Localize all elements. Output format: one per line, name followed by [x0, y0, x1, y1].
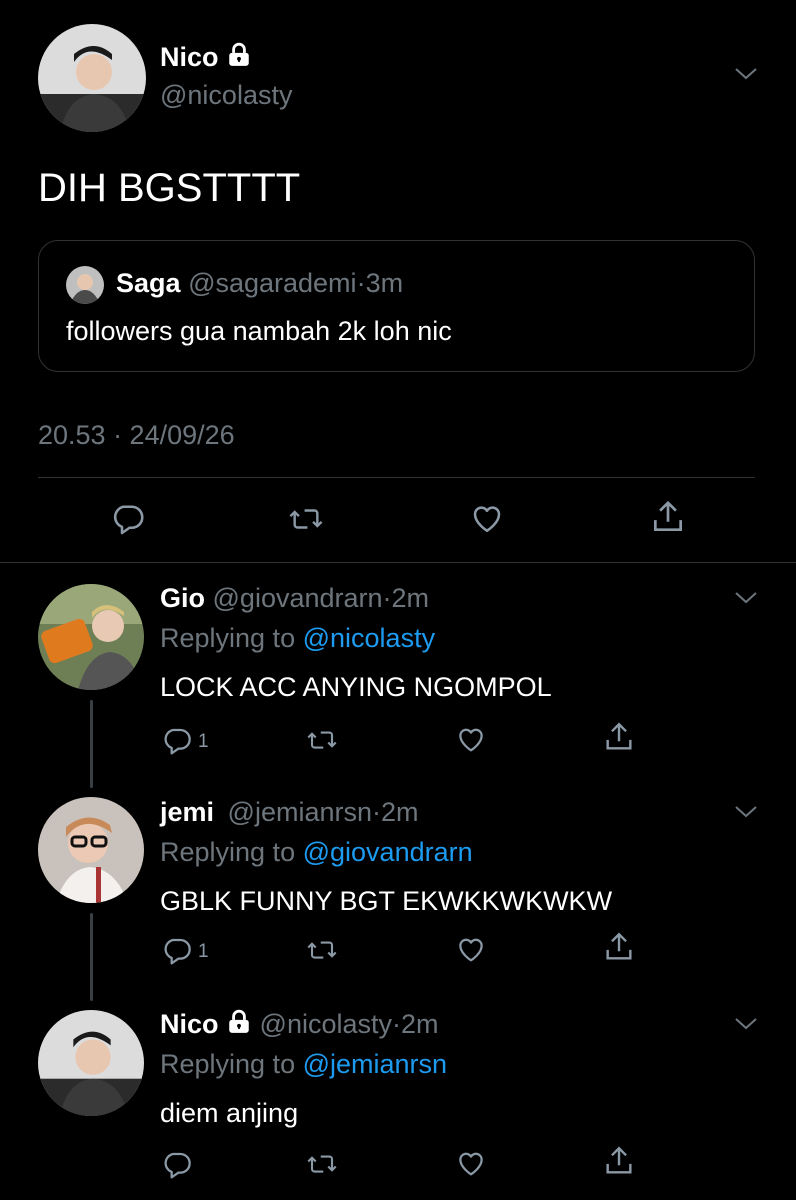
quote-author-handle[interactable]: @sagarademi: [188, 268, 357, 298]
reply-icon[interactable]: [109, 500, 147, 536]
thread-line: [90, 913, 93, 1001]
reply-time: 2m: [401, 1009, 439, 1039]
separator: ·: [356, 268, 366, 298]
quote-header: Saga @sagarademi·3m: [116, 268, 403, 299]
replying-to-link[interactable]: @nicolasty: [303, 623, 435, 653]
like-icon[interactable]: [468, 500, 506, 536]
chevron-down-icon[interactable]: [734, 590, 758, 611]
replying-to: Replying to @nicolasty: [160, 623, 435, 654]
replying-to: Replying to @giovandrarn: [160, 837, 473, 868]
reply-time: 2m: [381, 797, 419, 827]
separator: ·: [392, 1009, 402, 1039]
author-name[interactable]: Nico: [160, 42, 252, 75]
avatar-jemi[interactable]: [38, 797, 144, 903]
reply-author-name[interactable]: Nico: [160, 1009, 219, 1039]
reply-text: GBLK FUNNY BGT EKWKKWKWKW: [160, 886, 613, 916]
chevron-down-icon[interactable]: [734, 66, 758, 87]
replying-to-label: Replying to: [160, 837, 296, 867]
chevron-down-icon[interactable]: [734, 1016, 758, 1037]
reply-icon[interactable]: [160, 724, 194, 756]
quote-time: 3m: [365, 268, 404, 298]
author-name-text[interactable]: Nico: [160, 42, 219, 72]
thread-line: [90, 700, 93, 788]
reply-header: jemi @jemianrsn·2m: [160, 797, 419, 828]
avatar-saga: [66, 266, 104, 304]
replying-to-label: Replying to: [160, 623, 296, 653]
reply-text: diem anjing: [160, 1098, 299, 1128]
reply-text: LOCK ACC ANYING NGOMPOL: [160, 672, 552, 702]
lock-icon: [226, 1009, 252, 1042]
reply-author-handle[interactable]: @jemianrsn: [228, 797, 372, 827]
reply-icon[interactable]: [160, 934, 194, 966]
reply-time: 2m: [391, 583, 430, 613]
avatar-nico[interactable]: [38, 1010, 144, 1116]
reply-icon[interactable]: [160, 1148, 194, 1180]
retweet-icon[interactable]: [304, 935, 340, 965]
like-icon[interactable]: [454, 723, 488, 755]
replying-to: Replying to @jemianrsn: [160, 1049, 447, 1080]
tweet-timestamp[interactable]: 20.53 · 24/09/26: [38, 420, 235, 451]
share-icon[interactable]: [602, 930, 636, 964]
author-handle[interactable]: @nicolasty: [160, 80, 292, 111]
reply-count: 1: [198, 941, 209, 962]
reply-author-handle[interactable]: @nicolasty: [260, 1009, 392, 1039]
divider: [0, 562, 796, 563]
avatar-nico[interactable]: [38, 24, 146, 132]
reply-header: Gio @giovandrarn·2m: [160, 583, 429, 614]
replying-to-label: Replying to: [160, 1049, 296, 1079]
tweet-text: DIH BGSTTTT: [38, 166, 301, 210]
share-icon[interactable]: [649, 498, 687, 536]
reply-author-handle[interactable]: @giovandrarn: [213, 583, 383, 613]
lock-icon: [226, 42, 252, 75]
retweet-icon[interactable]: [286, 502, 326, 536]
quote-text: followers gua nambah 2k loh nic: [66, 316, 452, 346]
retweet-icon[interactable]: [304, 725, 340, 755]
divider: [38, 477, 755, 478]
retweet-icon[interactable]: [304, 1149, 340, 1179]
share-icon[interactable]: [602, 1144, 636, 1178]
replying-to-link[interactable]: @jemianrsn: [303, 1049, 447, 1079]
reply-author-name[interactable]: jemi: [160, 797, 214, 827]
separator: ·: [372, 797, 381, 827]
quote-author-name[interactable]: Saga: [116, 268, 181, 298]
chevron-down-icon[interactable]: [734, 804, 758, 825]
reply-count: 1: [198, 731, 209, 752]
like-icon[interactable]: [454, 1147, 488, 1179]
replying-to-link[interactable]: @giovandrarn: [303, 837, 473, 867]
share-icon[interactable]: [602, 720, 636, 754]
like-icon[interactable]: [454, 933, 488, 965]
reply-author-name[interactable]: Gio: [160, 583, 205, 613]
separator: ·: [382, 583, 392, 613]
avatar-gio[interactable]: [38, 584, 144, 690]
reply-header: Nico @nicolasty·2m: [160, 1009, 439, 1042]
quote-tweet-card[interactable]: [38, 240, 755, 372]
